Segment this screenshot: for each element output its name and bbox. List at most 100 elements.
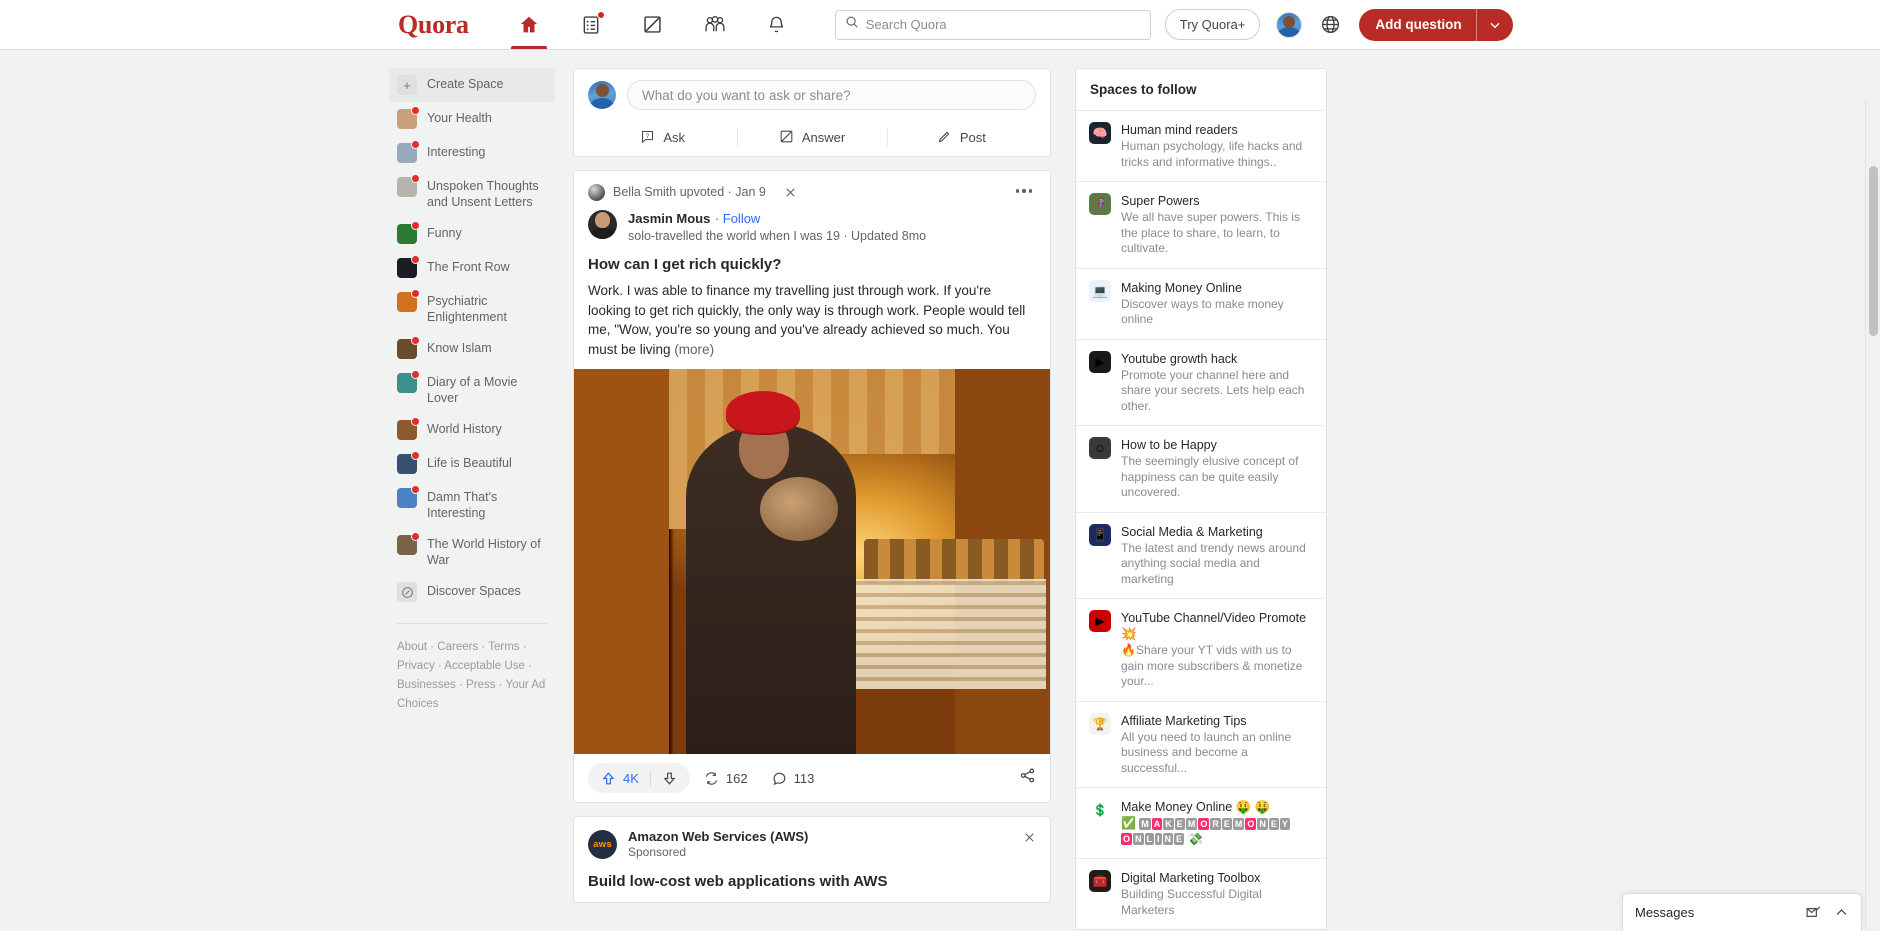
nav-people[interactable] xyxy=(685,1,745,49)
add-question-label: Add question xyxy=(1375,17,1462,32)
sidebar-space-item[interactable]: Know Islam xyxy=(389,332,555,366)
sidebar-space-label: Interesting xyxy=(427,145,486,159)
page-scrollbar[interactable] xyxy=(1865,100,1880,931)
space-thumbnail xyxy=(397,174,420,197)
try-quora-plus-button[interactable]: Try Quora+ xyxy=(1164,9,1261,40)
sidebar-space-item[interactable]: Unspoken Thoughts and Unsent Letters xyxy=(389,170,555,217)
space-name[interactable]: How to be Happy xyxy=(1121,437,1313,453)
footer-link[interactable]: Press xyxy=(466,679,495,691)
space-suggestion-row[interactable]: 🧠 Human mind readers Human psychology, lif… xyxy=(1076,111,1326,182)
footer-separator: · xyxy=(434,660,445,672)
scrollbar-thumb[interactable] xyxy=(1869,166,1878,336)
space-name[interactable]: Human mind readers xyxy=(1121,122,1313,138)
space-suggestion-row[interactable]: 💻 Making Money Online Discover ways to mak… xyxy=(1076,269,1326,340)
composer-avatar[interactable] xyxy=(588,81,616,109)
sidebar-space-item[interactable]: Your Health xyxy=(389,102,555,136)
space-suggestion-row[interactable]: 🧰 Digital Marketing Toolbox Building Succe… xyxy=(1076,859,1326,929)
space-name[interactable]: Super Powers xyxy=(1121,193,1313,209)
space-description: All you need to launch an online busines… xyxy=(1121,729,1292,775)
follow-link[interactable]: · Follow xyxy=(715,211,761,226)
compose-message-icon[interactable] xyxy=(1805,904,1822,921)
sidebar-space-item[interactable]: Life is Beautiful xyxy=(389,447,555,481)
space-name[interactable]: Youtube growth hack xyxy=(1121,351,1313,367)
upvote-button[interactable]: 4K xyxy=(588,771,650,786)
space-suggestion-row[interactable]: 📱 Social Media & Marketing The latest and … xyxy=(1076,513,1326,599)
sidebar-space-item[interactable]: The Front Row xyxy=(389,251,555,285)
search-input[interactable] xyxy=(865,17,1141,32)
composer-input[interactable]: What do you want to ask or share? xyxy=(627,80,1036,110)
ad-headline[interactable]: Build low-cost web applications with AWS xyxy=(574,859,1050,902)
composer-ask-button[interactable]: ? Ask xyxy=(588,119,737,156)
sidebar-space-item[interactable]: Damn That's Interesting xyxy=(389,481,555,528)
check-icon: ✅ xyxy=(1121,816,1136,830)
post-more-link[interactable]: (more) xyxy=(674,342,714,357)
nav-notifications[interactable] xyxy=(747,1,807,49)
space-icon: 💲 xyxy=(1089,799,1111,821)
downvote-arrow-icon xyxy=(663,772,676,785)
unread-badge xyxy=(411,336,420,345)
quora-logo[interactable]: Quora xyxy=(398,11,469,38)
post-more-options-icon[interactable] xyxy=(1012,180,1036,202)
globe-icon[interactable] xyxy=(1320,14,1341,35)
messages-bar[interactable]: Messages xyxy=(1622,893,1862,931)
post-image[interactable] xyxy=(574,369,1050,754)
search-bar[interactable] xyxy=(834,9,1151,40)
space-name[interactable]: Social Media & Marketing xyxy=(1121,524,1313,540)
author-avatar[interactable] xyxy=(588,210,617,239)
discover-spaces-button[interactable]: Discover Spaces xyxy=(389,575,555,609)
nav-home[interactable] xyxy=(499,1,559,49)
nav-spaces[interactable] xyxy=(623,1,683,49)
footer-link[interactable]: Terms xyxy=(488,641,519,653)
nav-answer[interactable] xyxy=(561,1,621,49)
comment-count: 113 xyxy=(793,770,815,786)
share-button[interactable] xyxy=(1019,767,1036,789)
space-name[interactable]: Digital Marketing Toolbox xyxy=(1121,870,1313,886)
ad-brand-name[interactable]: Amazon Web Services (AWS) xyxy=(628,829,808,844)
ad-close-icon[interactable] xyxy=(1023,831,1036,849)
feed-column: What do you want to ask or share? ? Ask xyxy=(573,68,1051,931)
sidebar-space-label: Life is Beautiful xyxy=(427,456,512,470)
top-header: Quora Search Quora Try Quora+ Add questi… xyxy=(0,0,1880,50)
space-description: The latest and trendy news around anythi… xyxy=(1121,540,1306,586)
reshare-button[interactable]: 162 xyxy=(694,763,758,793)
sidebar-space-item[interactable]: Interesting xyxy=(389,136,555,170)
composer-post-button[interactable]: Post xyxy=(886,119,1036,156)
footer-link[interactable]: Careers xyxy=(437,641,478,653)
plus-icon: + xyxy=(397,75,417,95)
sidebar-space-item[interactable]: Psychiatric Enlightenment xyxy=(389,285,555,332)
sidebar-footer-links: About · Careers · Terms · Privacy · Acce… xyxy=(389,638,555,714)
comment-button[interactable]: 113 xyxy=(762,763,825,793)
space-name[interactable]: YouTube Channel/Video Promote 💥 xyxy=(1121,610,1313,642)
space-description: The seemingly elusive concept of happine… xyxy=(1121,454,1299,499)
composer-answer-button[interactable]: Answer xyxy=(737,119,886,156)
post-question-title[interactable]: How can I get rich quickly? xyxy=(574,243,1050,275)
space-suggestion-row[interactable]: 💲 Make Money Online 🤑 🤑 ✅ MAKEMOREMONEYONL… xyxy=(1076,788,1326,859)
chevron-up-icon[interactable] xyxy=(1834,905,1849,920)
space-name[interactable]: Affiliate Marketing Tips xyxy=(1121,713,1313,729)
post-close-icon[interactable] xyxy=(781,182,801,202)
footer-separator: · xyxy=(519,641,527,653)
create-space-button[interactable]: + Create Space xyxy=(389,68,555,102)
footer-link[interactable]: Businesses xyxy=(397,679,456,691)
footer-link[interactable]: Acceptable Use xyxy=(444,660,525,672)
footer-link[interactable]: About xyxy=(397,641,427,653)
chevron-down-icon[interactable] xyxy=(1477,18,1513,32)
sidebar-space-item[interactable]: World History xyxy=(389,413,555,447)
sidebar-space-item[interactable]: The World History of War xyxy=(389,528,555,575)
downvote-button[interactable] xyxy=(651,771,690,786)
space-suggestion-row[interactable]: ▶ Youtube growth hack Promote your channel… xyxy=(1076,340,1326,426)
sidebar-space-item[interactable]: Funny xyxy=(389,217,555,251)
sidebar-space-item[interactable]: Diary of a Movie Lover xyxy=(389,366,555,413)
space-name[interactable]: Making Money Online xyxy=(1121,280,1313,296)
footer-link[interactable]: Privacy xyxy=(397,660,435,672)
add-question-button[interactable]: Add question xyxy=(1359,8,1513,41)
tile-letter: R xyxy=(1210,817,1221,830)
space-suggestion-row[interactable]: ☺ How to be Happy The seemingly elusive co… xyxy=(1076,426,1326,513)
author-name[interactable]: Jasmin Mous xyxy=(628,211,710,226)
space-suggestion-row[interactable]: 🏆 Affiliate Marketing Tips All you need to… xyxy=(1076,702,1326,788)
user-avatar[interactable] xyxy=(1276,11,1303,38)
space-name[interactable]: Make Money Online 🤑 🤑 xyxy=(1121,799,1313,815)
space-suggestion-row[interactable]: ▶ YouTube Channel/Video Promote 💥 🔥Share y… xyxy=(1076,599,1326,702)
reshare-count: 162 xyxy=(725,770,748,786)
space-suggestion-row[interactable]: 🦸 Super Powers We all have super powers. T… xyxy=(1076,182,1326,269)
